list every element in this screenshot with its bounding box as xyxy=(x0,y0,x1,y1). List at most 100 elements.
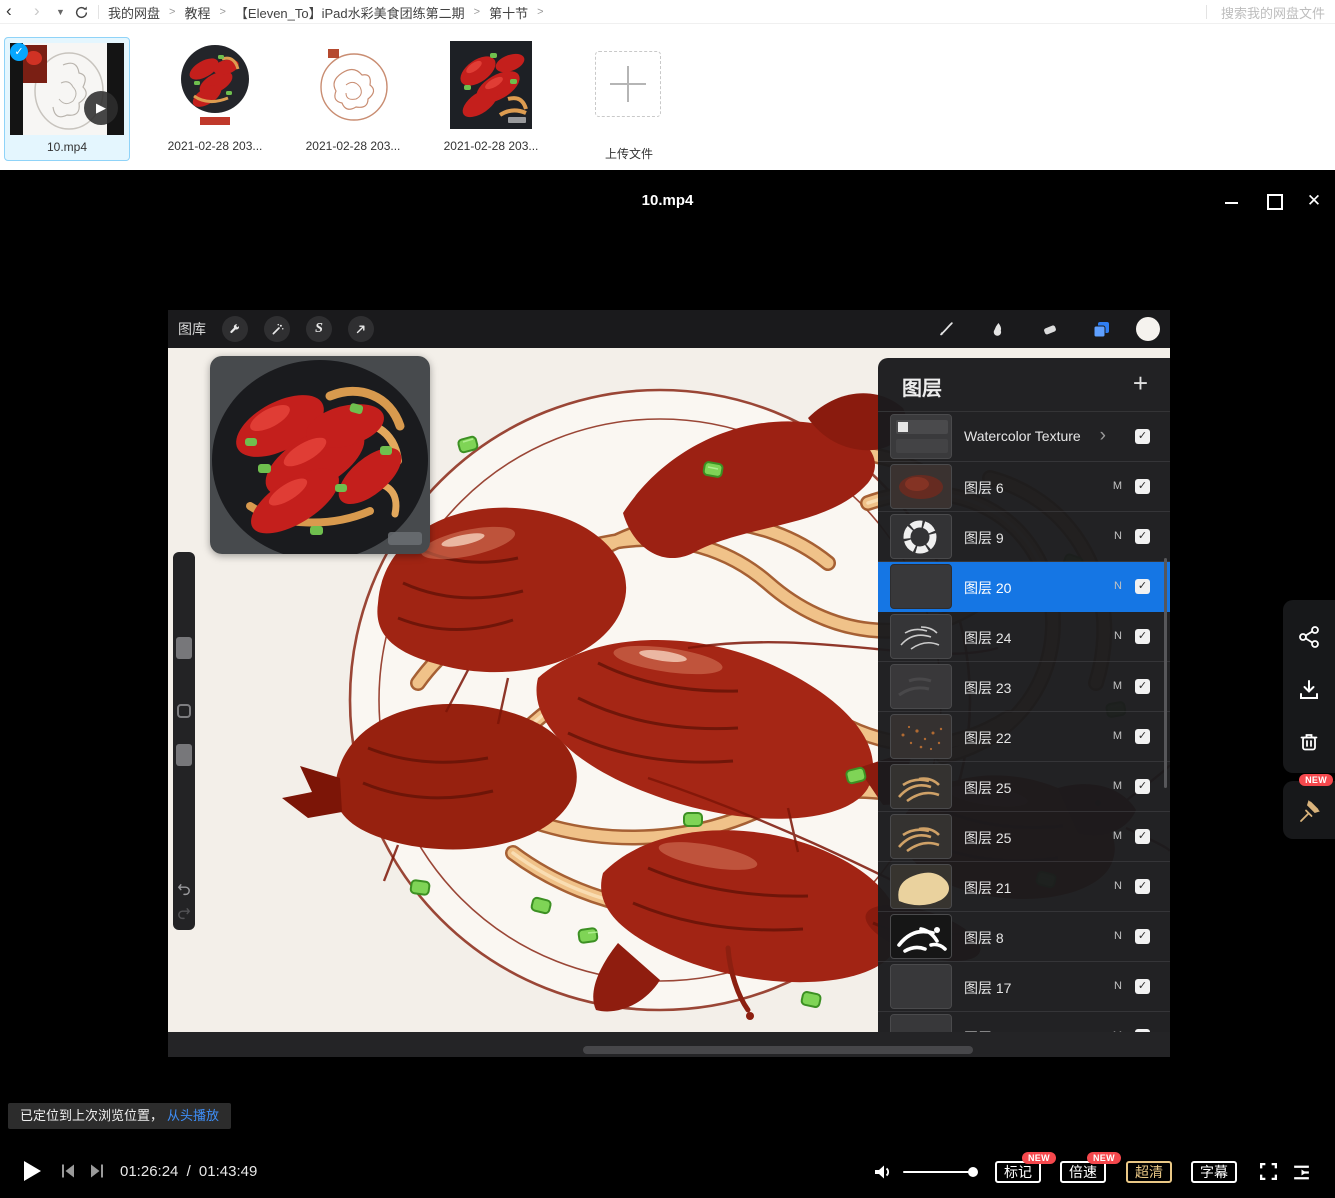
speed-button[interactable]: 倍速 xyxy=(1060,1161,1106,1183)
replay-from-start-link[interactable]: 从头播放 xyxy=(167,1108,219,1123)
search-input[interactable]: 搜索我的网盘文件 xyxy=(1221,3,1325,22)
layer-row[interactable]: 图层 9N✓ xyxy=(878,512,1170,562)
layer-row[interactable]: 图层 17N✓ xyxy=(878,962,1170,1012)
layer-visibility-checkbox[interactable]: ✓ xyxy=(1135,979,1150,994)
playlist-icon[interactable] xyxy=(1291,1162,1312,1188)
share-icon[interactable] xyxy=(1296,624,1322,650)
selection-icon[interactable]: S xyxy=(306,316,332,342)
file-card[interactable]: 2021-02-28 203... xyxy=(290,37,416,161)
breadcrumb-separator: > xyxy=(474,6,480,18)
layers-panel-icon[interactable] xyxy=(1088,316,1114,342)
layer-blend-mode[interactable]: N xyxy=(1114,530,1122,542)
layer-group-row[interactable]: Watercolor Texture›✓ xyxy=(878,412,1170,462)
gallery-button[interactable]: 图库 xyxy=(178,310,206,348)
layer-row[interactable]: 图层 25M✓ xyxy=(878,812,1170,862)
layer-visibility-checkbox[interactable]: ✓ xyxy=(1135,579,1150,594)
layer-row[interactable]: 图层 25M✓ xyxy=(878,762,1170,812)
layer-blend-mode[interactable]: N xyxy=(1114,580,1122,592)
opacity-slider-handle[interactable] xyxy=(176,744,192,766)
layer-visibility-checkbox[interactable]: ✓ xyxy=(1135,929,1150,944)
layer-visibility-checkbox[interactable]: ✓ xyxy=(1135,679,1150,694)
playback-controls: 01:26:24 / 01:43:49 标记 NEW 倍速 NEW 超清 字幕 xyxy=(0,1145,1335,1198)
layer-thumbnail xyxy=(890,814,952,859)
layer-blend-mode[interactable]: N xyxy=(1114,980,1122,992)
fullscreen-icon[interactable] xyxy=(1258,1161,1279,1187)
layer-row[interactable]: 图层 6M✓ xyxy=(878,462,1170,512)
delete-icon[interactable] xyxy=(1296,729,1322,755)
mark-button[interactable]: 标记 xyxy=(995,1161,1041,1183)
layer-blend-mode[interactable]: N xyxy=(1114,930,1122,942)
layer-row[interactable]: 图层 22 M ✓ xyxy=(878,712,1170,762)
layer-row[interactable]: 图层 20N✓ xyxy=(878,562,1170,612)
volume-slider[interactable] xyxy=(903,1171,973,1173)
layer-blend-mode[interactable]: M xyxy=(1113,730,1122,742)
undo-icon[interactable] xyxy=(176,880,192,901)
layer-name: 图层 22 xyxy=(964,728,1011,748)
layer-row[interactable]: 图层 23M✓ xyxy=(878,662,1170,712)
layer-thumbnail xyxy=(890,464,952,509)
layer-visibility-checkbox[interactable]: ✓ xyxy=(1135,479,1150,494)
video-content[interactable]: 图库 S xyxy=(168,310,1170,1057)
eraser-icon[interactable] xyxy=(1037,316,1063,342)
next-video-button[interactable] xyxy=(87,1161,107,1186)
layer-row[interactable]: 图层 21 N ✓ xyxy=(878,862,1170,912)
brush-size-sidebar[interactable] xyxy=(173,552,195,930)
layer-visibility-checkbox[interactable]: ✓ xyxy=(1135,779,1150,794)
layer-visibility-checkbox[interactable]: ✓ xyxy=(1135,829,1150,844)
breadcrumb-item[interactable]: 【Eleven_To】iPad水彩美食团练第二期 xyxy=(235,3,465,22)
adjustments-wand-icon[interactable] xyxy=(264,316,290,342)
layer-list: Watercolor Texture›✓图层 6M✓图层 9N✓图层 20N✓图… xyxy=(878,412,1170,1057)
download-icon[interactable] xyxy=(1296,677,1322,703)
layer-visibility-checkbox[interactable]: ✓ xyxy=(1135,879,1150,894)
file-card[interactable]: ✓ ▶10.mp4 xyxy=(4,37,130,161)
breadcrumb-item[interactable]: 教程 xyxy=(184,3,210,22)
layer-row[interactable]: 图层 8N✓ xyxy=(878,912,1170,962)
layer-visibility-checkbox[interactable]: ✓ xyxy=(1135,529,1150,544)
layer-blend-mode[interactable]: N xyxy=(1114,630,1122,642)
maximize-button[interactable] xyxy=(1263,190,1285,212)
breadcrumb-item[interactable]: 我的网盘 xyxy=(108,3,160,22)
file-card[interactable]: 2021-02-28 203... xyxy=(428,37,554,161)
quality-button[interactable]: 超清 xyxy=(1126,1161,1172,1183)
volume-icon[interactable] xyxy=(872,1162,892,1187)
chevron-right-icon[interactable]: › xyxy=(1100,425,1106,447)
layer-blend-mode[interactable]: M xyxy=(1113,480,1122,492)
upload-file-button[interactable]: 上传文件 xyxy=(566,37,692,161)
layer-blend-mode[interactable]: N xyxy=(1114,880,1122,892)
layer-blend-mode[interactable]: M xyxy=(1113,780,1122,792)
redo-icon[interactable] xyxy=(176,904,192,925)
layer-row[interactable]: 图层 24N✓ xyxy=(878,612,1170,662)
pin-icon[interactable] xyxy=(1296,798,1322,824)
layer-blend-mode[interactable]: M xyxy=(1113,830,1122,842)
smudge-icon[interactable] xyxy=(985,316,1011,342)
minimize-button[interactable] xyxy=(1221,190,1243,212)
history-dropdown-icon[interactable]: ▼ xyxy=(56,0,65,24)
wrench-icon[interactable] xyxy=(222,316,248,342)
subtitle-button[interactable]: 字幕 xyxy=(1191,1161,1237,1183)
selection-s-glyph: S xyxy=(315,321,323,337)
layer-visibility-checkbox[interactable]: ✓ xyxy=(1135,429,1150,444)
layers-panel-header: 图层 + xyxy=(878,358,1170,412)
layer-blend-mode[interactable]: M xyxy=(1113,680,1122,692)
size-slider-handle[interactable] xyxy=(176,637,192,659)
plus-icon xyxy=(595,51,661,117)
breadcrumb-item[interactable]: 第十节 xyxy=(489,3,528,22)
brush-icon[interactable] xyxy=(933,316,959,342)
modify-button[interactable] xyxy=(177,704,191,718)
layer-name: 图层 21 xyxy=(964,878,1011,898)
file-card[interactable]: 2021-02-28 203... xyxy=(152,37,278,161)
color-swatch[interactable] xyxy=(1136,317,1160,341)
volume-knob[interactable] xyxy=(968,1167,978,1177)
search-box[interactable]: 搜索我的网盘文件 xyxy=(1206,0,1325,24)
previous-video-button[interactable] xyxy=(58,1161,78,1186)
add-layer-button[interactable]: + xyxy=(1133,368,1148,399)
close-button[interactable]: ✕ xyxy=(1303,190,1325,212)
back-icon[interactable]: ‹ xyxy=(6,0,12,24)
layer-visibility-checkbox[interactable]: ✓ xyxy=(1135,729,1150,744)
forward-icon[interactable]: › xyxy=(34,0,40,24)
play-button[interactable] xyxy=(24,1161,41,1181)
layer-thumbnail xyxy=(890,864,952,909)
layers-scrollbar[interactable] xyxy=(1164,558,1167,788)
transform-arrow-icon[interactable] xyxy=(348,316,374,342)
layer-visibility-checkbox[interactable]: ✓ xyxy=(1135,629,1150,644)
